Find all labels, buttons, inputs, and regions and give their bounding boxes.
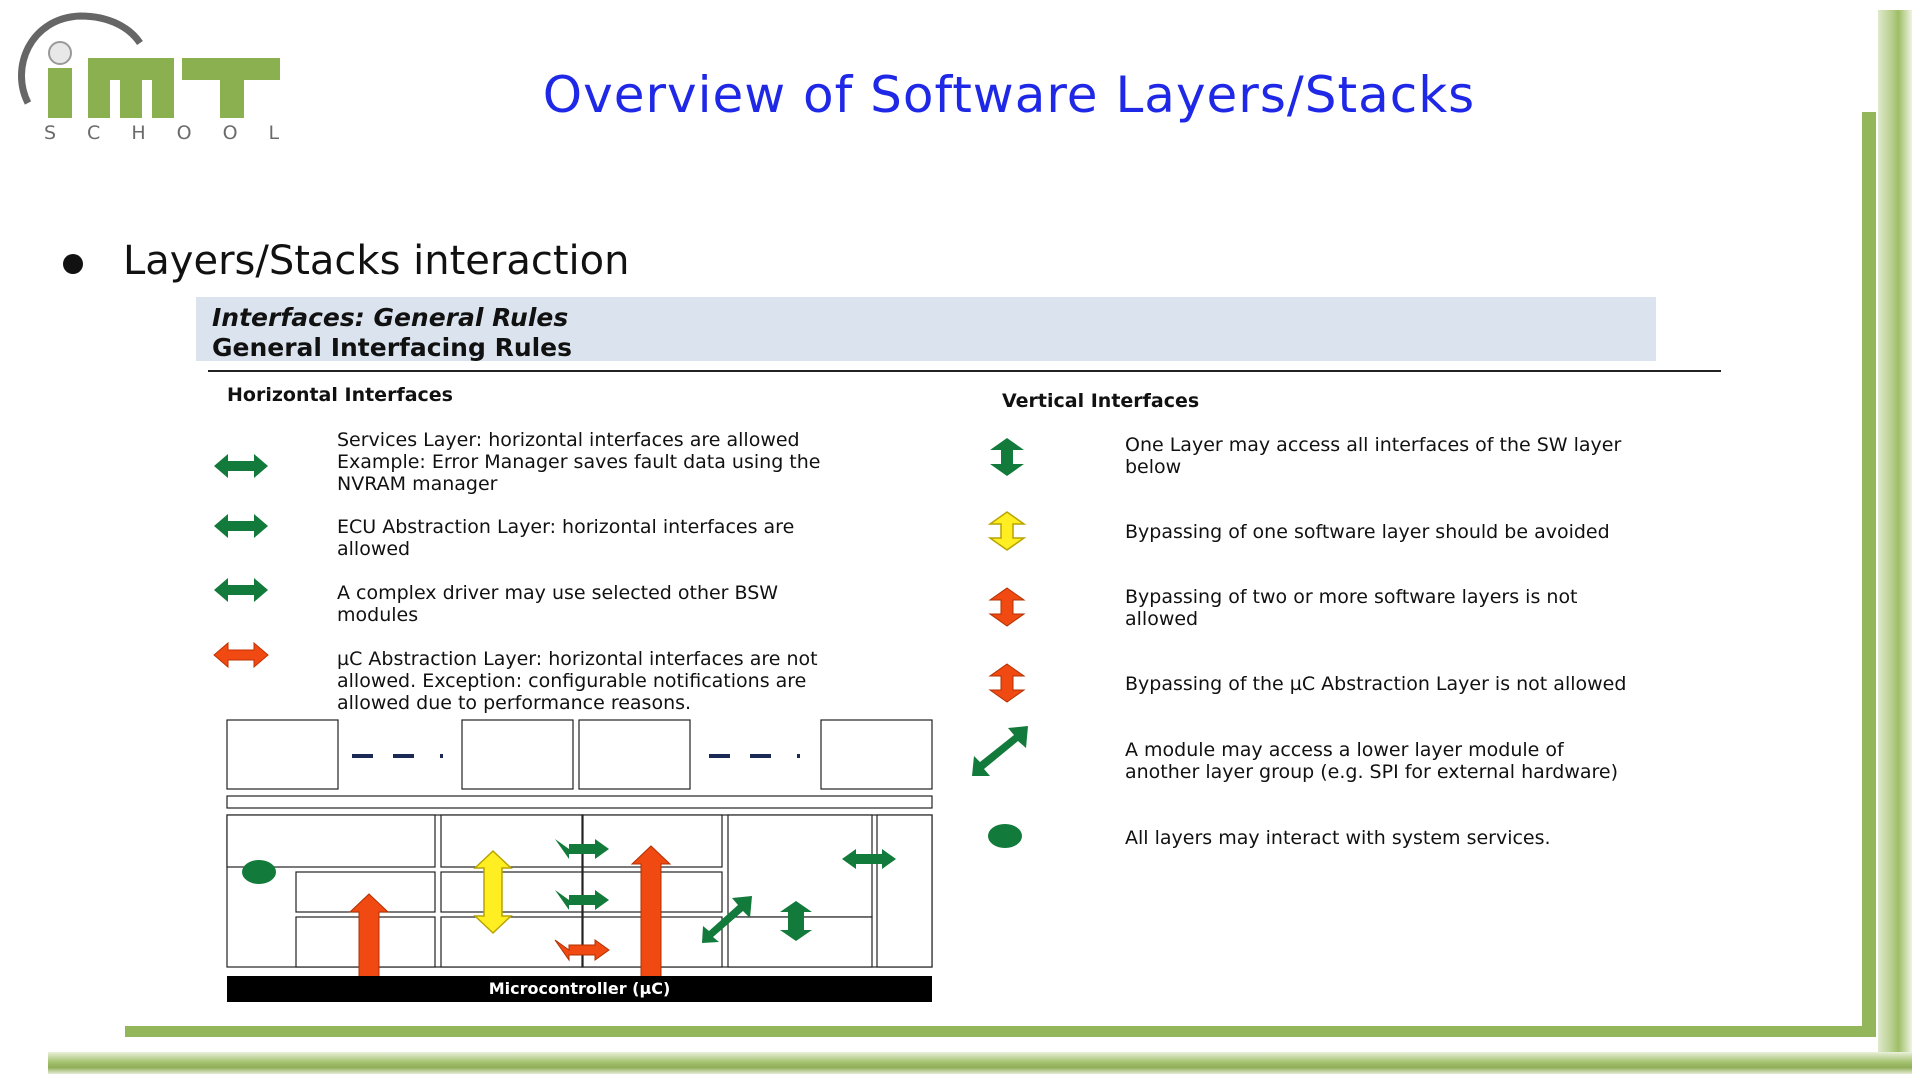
- header-divider: [208, 370, 1721, 372]
- green-vertical-arrow-icon: [990, 438, 1024, 476]
- top-module-box: [820, 719, 933, 790]
- horizontal-item-4: µC Abstraction Layer: horizontal interfa…: [337, 648, 818, 714]
- system-services-dot: [242, 860, 276, 884]
- green-diagonal-arrow-icon: [972, 726, 1028, 776]
- logo-school-text: SCHOOL: [44, 122, 311, 144]
- rte-bar: [226, 795, 933, 809]
- orange-vertical-arrow-icon: [988, 663, 1026, 703]
- vertical-item-6: All layers may interact with system serv…: [1125, 827, 1551, 849]
- vertical-interfaces-heading: Vertical Interfaces: [1002, 390, 1200, 412]
- green-horizontal-arrow-icon: [214, 578, 268, 602]
- yellow-vertical-arrow-icon: [987, 511, 1027, 551]
- green-horizontal-arrow-icon: [214, 454, 268, 478]
- green-dot-icon: [988, 824, 1022, 848]
- horizontal-item-3: A complex driver may use selected other …: [337, 582, 779, 626]
- top-module-box: [461, 719, 574, 790]
- vertical-item-5: A module may access a lower layer module…: [1125, 739, 1618, 783]
- vertical-item-1: One Layer may access all interfaces of t…: [1125, 434, 1622, 478]
- bullet-text: Layers/Stacks interaction: [123, 238, 630, 284]
- vertical-item-2: Bypassing of one software layer should b…: [1125, 521, 1610, 543]
- bullet-icon: [63, 254, 83, 274]
- frame-inner-right: [1862, 112, 1876, 1037]
- horizontal-interfaces-heading: Horizontal Interfaces: [227, 384, 453, 406]
- vertical-item-3: Bypassing of two or more software layers…: [1125, 586, 1578, 630]
- frame-inner-bottom: [125, 1026, 1875, 1037]
- green-horizontal-arrow-icon: [214, 514, 268, 538]
- horizontal-item-1: Services Layer: horizontal interfaces ar…: [337, 429, 821, 495]
- frame-bottom-border: [48, 1052, 1912, 1074]
- rules-header-line2: General Interfacing Rules: [212, 333, 573, 362]
- slide-title: Overview of Software Layers/Stacks: [542, 66, 1476, 124]
- vertical-item-4: Bypassing of the µC Abstraction Layer is…: [1125, 673, 1627, 695]
- frame-right-border: [1878, 10, 1912, 1070]
- top-module-box: [226, 719, 339, 790]
- horizontal-item-2: ECU Abstraction Layer: horizontal interf…: [337, 516, 795, 560]
- orange-vertical-arrow-icon: [988, 587, 1026, 627]
- orange-horizontal-arrow-icon: [213, 641, 269, 669]
- microcontroller-bar: Microcontroller (µC): [227, 976, 932, 1002]
- layer-diagram: [226, 719, 933, 1001]
- top-module-box: [578, 719, 691, 790]
- rules-header-line1: Interfaces: General Rules: [212, 303, 569, 332]
